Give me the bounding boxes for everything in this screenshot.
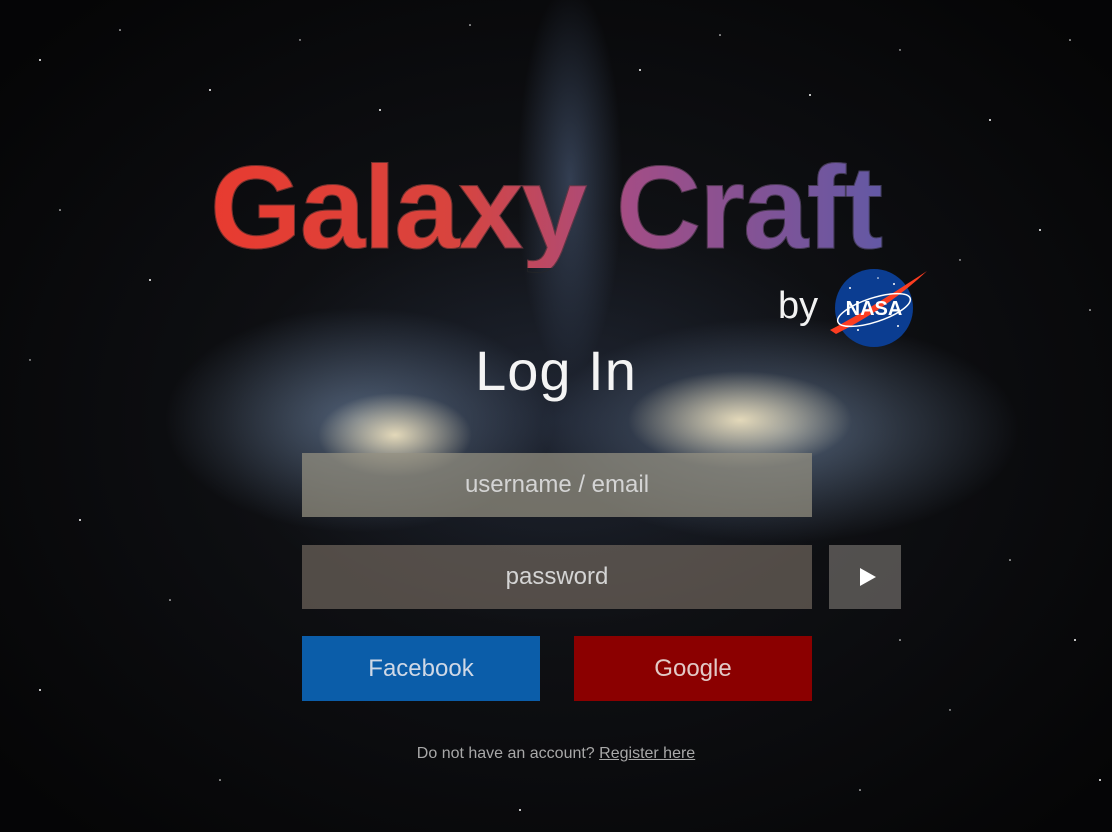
facebook-login-button[interactable]: Facebook <box>302 636 540 701</box>
google-login-button[interactable]: Google <box>574 636 812 701</box>
background-galaxy-image <box>0 0 1112 832</box>
app-title: Galaxy Craft <box>210 148 910 269</box>
register-prompt: Do not have an account? Register here <box>0 745 1112 763</box>
by-label: by <box>778 285 819 327</box>
password-input[interactable] <box>302 545 812 609</box>
svg-text:NASA: NASA <box>846 298 903 320</box>
starfield <box>29 24 1101 811</box>
login-heading: Log In <box>475 339 637 402</box>
username-email-input[interactable] <box>302 453 812 517</box>
register-prompt-text: Do not have an account? <box>416 745 595 762</box>
register-link[interactable]: Register here <box>599 745 695 762</box>
play-icon <box>860 568 876 586</box>
submit-login-button[interactable] <box>829 545 901 609</box>
